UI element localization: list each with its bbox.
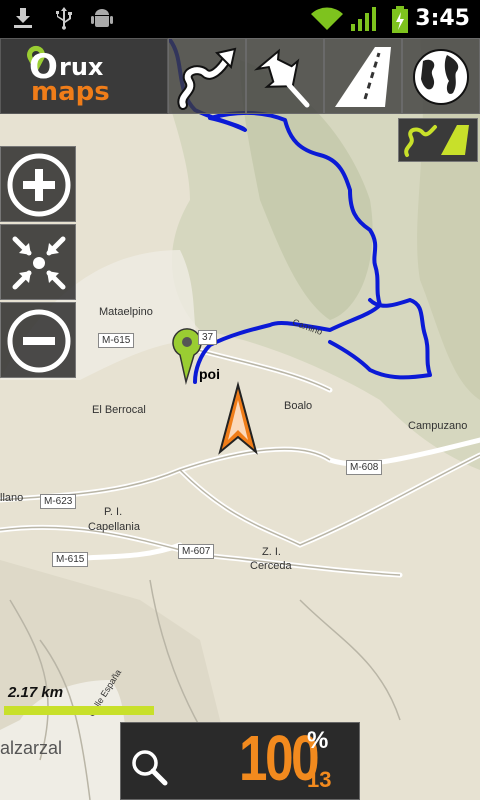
zoom-in-button[interactable] <box>0 146 76 222</box>
place-label: Z. I. <box>262 546 281 558</box>
place-label: Capellania <box>88 521 140 533</box>
android-icon <box>90 6 114 36</box>
road-tag: M-607 <box>178 544 215 559</box>
waypoint-button[interactable] <box>246 38 324 114</box>
logo-maps: maps <box>31 77 110 107</box>
track-icon <box>177 47 237 110</box>
status-bar: 3:45 <box>0 0 480 38</box>
usb-icon <box>54 6 74 36</box>
percent-sign: % <box>307 727 329 754</box>
signal-icon <box>350 6 378 38</box>
zoom-out-button[interactable] <box>0 302 76 378</box>
center-map-button[interactable] <box>0 224 76 300</box>
track-button[interactable] <box>168 38 246 114</box>
road-tag: M-615 <box>98 333 135 348</box>
place-label: llano <box>0 492 24 504</box>
scale-bar <box>4 706 154 715</box>
scale-label: 2.17 km <box>8 684 64 701</box>
pushpin-icon <box>253 48 310 108</box>
track-route-toggle[interactable] <box>398 118 478 162</box>
road-tag: M-608 <box>346 460 383 475</box>
road-tag: 37 <box>198 330 218 345</box>
place-label: alzarzal <box>0 738 63 758</box>
place-label: Cerceda <box>250 560 292 572</box>
poi-label: poi <box>199 366 220 382</box>
app-logo[interactable]: O rux maps <box>0 38 168 114</box>
globe-icon <box>413 49 469 105</box>
place-label: P. I. <box>104 506 123 518</box>
wifi-icon <box>310 6 344 38</box>
track-route-icon <box>404 125 469 157</box>
road-tag: M-623 <box>40 494 77 509</box>
road-icon <box>335 47 391 107</box>
road-tag: M-615 <box>52 552 89 567</box>
magnifier-icon[interactable] <box>129 747 169 787</box>
zoom-in-icon <box>7 153 71 217</box>
zoom-level-value: 13 <box>307 767 332 792</box>
top-toolbar: O rux maps <box>0 38 480 116</box>
clock: 3:45 <box>415 6 470 31</box>
place-label: Mataelpino <box>99 306 153 318</box>
battery-icon <box>390 6 410 40</box>
zoom-percent-value: 100 <box>239 722 320 794</box>
download-icon <box>12 6 34 36</box>
maps-button[interactable] <box>402 38 480 114</box>
place-label: Boalo <box>284 400 313 412</box>
place-label: Campuzano <box>408 420 468 432</box>
zoom-level-panel[interactable]: 100 % 13 <box>120 722 360 800</box>
center-icon <box>12 236 66 290</box>
place-label: El Berrocal <box>92 404 146 416</box>
zoom-out-icon <box>7 309 71 373</box>
route-button[interactable] <box>324 38 402 114</box>
